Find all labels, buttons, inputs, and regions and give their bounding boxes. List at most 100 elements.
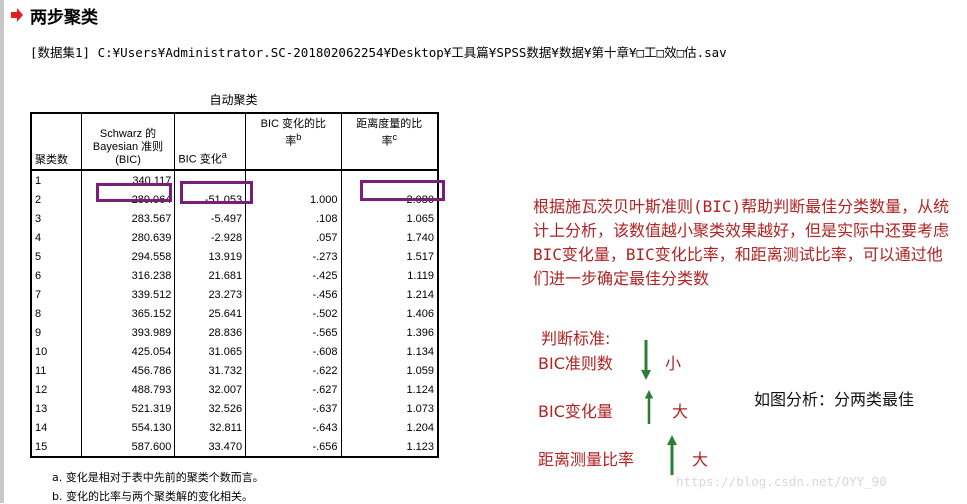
row-label: 6	[29, 266, 82, 285]
table-row: 12 488.793 32.007 -.627 1.124	[29, 380, 439, 399]
table-cell: .057	[245, 228, 342, 247]
table-cell: -.502	[245, 304, 342, 323]
table-cell: -.456	[245, 285, 342, 304]
table-cell: -.637	[245, 399, 342, 418]
table-cell: 1.396	[341, 323, 439, 342]
watermark: https://blog.csdn.net/OYY_90	[676, 474, 887, 489]
table-cell: -.425	[245, 266, 342, 285]
table-cell: 31.732	[174, 361, 247, 380]
dataset-path: [数据集1] C:¥Users¥Administrator.SC-2018020…	[30, 45, 727, 60]
row-label: 13	[29, 399, 82, 418]
table-row: 11 456.786 31.732 -.622 1.059	[29, 361, 439, 380]
table-cell: 1.123	[341, 437, 439, 458]
table-cell: 393.989	[81, 323, 176, 342]
page-title: 两步聚类	[30, 7, 98, 28]
table-cell: 1.000	[245, 190, 342, 209]
criteria-bic-change-label: BIC变化量	[538, 402, 613, 421]
red-arrow-icon	[11, 8, 23, 22]
table-title: 自动聚类	[209, 93, 258, 107]
row-label: 8	[29, 304, 82, 323]
table-cell: -.273	[245, 247, 342, 266]
table-cell: 21.681	[174, 266, 247, 285]
row-label: 1	[29, 170, 82, 190]
table-cell: 488.793	[81, 380, 176, 399]
highlight-distance-row2	[360, 180, 445, 201]
table-cell: 425.054	[81, 342, 176, 361]
table-cell: 316.238	[81, 266, 176, 285]
table-cell: 294.558	[81, 247, 176, 266]
explanation-text: 根据施瓦茨贝叶斯准则(BIC)帮助判断最佳分类数量，从统计上分析，该数值越小聚类…	[533, 197, 950, 288]
row-label: 15	[29, 437, 82, 458]
column-header-distance-ratio: 距离度量的比 率c	[341, 112, 439, 171]
table-cell: 283.567	[81, 209, 176, 228]
table-cell: 28.836	[174, 323, 247, 342]
table-cell: 339.512	[81, 285, 176, 304]
table-cell: -5.497	[174, 209, 247, 228]
table-row: 10 425.054 31.065 -.608 1.134	[29, 342, 439, 361]
table-cell: 1.517	[341, 247, 439, 266]
row-label: 11	[29, 361, 82, 380]
table-cell: -.656	[245, 437, 342, 458]
criteria-bic-label: BIC准则数	[538, 354, 613, 373]
table-cell: -.565	[245, 323, 342, 342]
table-cell: 1.124	[341, 380, 439, 399]
table-cell: 521.319	[81, 399, 176, 418]
table-row: 3 283.567 -5.497.108 1.065	[29, 209, 439, 228]
arrow-up-icon	[644, 390, 654, 424]
table-cell: 33.470	[174, 437, 247, 458]
table-cell: 365.152	[81, 304, 176, 323]
table-row: 5 294.558 13.919 -.273 1.517	[29, 247, 439, 266]
table-cell: 280.639	[81, 228, 176, 247]
row-label: 5	[29, 247, 82, 266]
conclusion-text: 如图分析：分两类最佳	[754, 390, 915, 409]
table-cell: 587.600	[81, 437, 176, 458]
highlight-bic-row2	[96, 183, 172, 202]
table-cell: 1.059	[341, 361, 439, 380]
row-label: 12	[29, 380, 82, 399]
table-cell: 32.007	[174, 380, 247, 399]
footnote-a: a. 变化是相对于表中先前的聚类个数而言。	[52, 471, 264, 484]
table-cell: .108	[245, 209, 342, 228]
table-cell: 23.273	[174, 285, 247, 304]
table-cell: 1.740	[341, 228, 439, 247]
table-cell	[245, 170, 342, 190]
table-cell: 1.406	[341, 304, 439, 323]
table-cell: 1.119	[341, 266, 439, 285]
criteria-title: 判断标准:	[541, 329, 611, 348]
table-row: 14 554.130 32.811 -.643 1.204	[29, 418, 439, 437]
row-label: 2	[29, 190, 82, 209]
criteria-distance-value: 大	[692, 450, 709, 469]
row-label: 14	[29, 418, 82, 437]
table-row: 8 365.152 25.641 -.502 1.406	[29, 304, 439, 323]
arrow-down-icon	[641, 340, 651, 380]
table-cell: -.622	[245, 361, 342, 380]
arrow-up-icon	[667, 435, 677, 475]
table-cell: 1.214	[341, 285, 439, 304]
table-row: 15 587.600 33.470 -.656 1.123	[29, 437, 439, 458]
table-row: 4 280.639 -2.928.057 1.740	[29, 228, 439, 247]
table-cell: 25.641	[174, 304, 247, 323]
auto-cluster-table: 聚类数 Schwarz 的 Bayesian 准则 (BIC) BIC 变化a …	[29, 112, 439, 458]
table-row: 7 339.512 23.273 -.456 1.214	[29, 285, 439, 304]
table-cell: -2.928	[174, 228, 247, 247]
table-cell: -.608	[245, 342, 342, 361]
footnote-b: b. 变化的比率与两个聚类解的变化相关。	[52, 490, 253, 503]
table-cell: 1.065	[341, 209, 439, 228]
criteria-bic-change-value: 大	[672, 402, 689, 421]
column-header-bic-change-ratio: BIC 变化的比 率b	[245, 112, 342, 171]
table-cell: -.643	[245, 418, 342, 437]
table-row: 6 316.238 21.681 -.425 1.119	[29, 266, 439, 285]
criteria-distance-label: 距离测量比率	[538, 450, 635, 469]
row-label: 10	[29, 342, 82, 361]
table-cell: 32.811	[174, 418, 247, 437]
table-row: 13 521.319 32.526 -.637 1.073	[29, 399, 439, 418]
table-row: 9 393.989 28.836 -.565 1.396	[29, 323, 439, 342]
table-cell: -.627	[245, 380, 342, 399]
row-label: 4	[29, 228, 82, 247]
row-label: 3	[29, 209, 82, 228]
row-label: 9	[29, 323, 82, 342]
table-cell: 31.065	[174, 342, 247, 361]
column-header-bic-change: BIC 变化a	[174, 112, 247, 171]
row-label: 7	[29, 285, 82, 304]
highlight-bic-change-row2	[180, 181, 253, 204]
